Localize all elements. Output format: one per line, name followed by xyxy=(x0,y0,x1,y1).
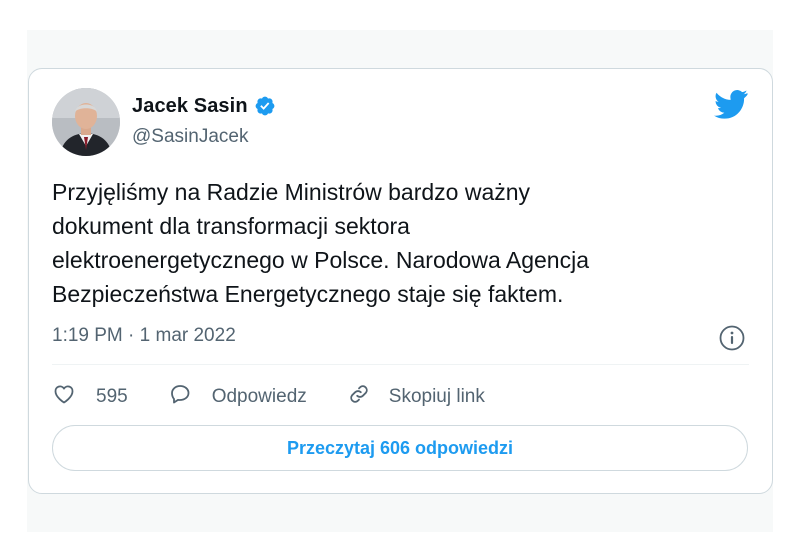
reply-button[interactable]: Odpowiedz xyxy=(168,382,307,412)
author-name-row: Jacek Sasin xyxy=(132,94,276,118)
divider xyxy=(52,364,749,365)
like-count: 595 xyxy=(96,386,128,407)
read-replies-button[interactable]: Przeczytaj 606 odpowiedzi xyxy=(52,425,748,471)
twitter-bird-icon[interactable] xyxy=(714,89,748,119)
speech-bubble-icon xyxy=(168,382,192,412)
copy-link-label: Skopiuj link xyxy=(388,386,485,407)
tweet-timestamp[interactable]: 1:19 PM · 1 mar 2022 xyxy=(52,325,236,347)
verified-badge-icon xyxy=(254,95,276,117)
avatar[interactable] xyxy=(52,88,120,156)
tweet-text: Przyjęliśmy na Radzie Ministrów bardzo w… xyxy=(52,179,589,307)
link-icon xyxy=(347,382,371,412)
tweet-card: Jacek Sasin @SasinJacek Przyjęliśmy na R… xyxy=(28,68,773,494)
info-icon[interactable] xyxy=(719,325,745,351)
like-button[interactable]: 595 xyxy=(52,382,128,412)
author-name[interactable]: Jacek Sasin xyxy=(132,95,248,118)
action-bar: 595 Odpowiedz Skopiuj link xyxy=(52,381,485,413)
heart-icon xyxy=(52,382,76,412)
reply-label: Odpowiedz xyxy=(211,386,307,407)
copy-link-button[interactable]: Skopiuj link xyxy=(347,382,485,412)
author-handle[interactable]: @SasinJacek xyxy=(132,126,248,148)
